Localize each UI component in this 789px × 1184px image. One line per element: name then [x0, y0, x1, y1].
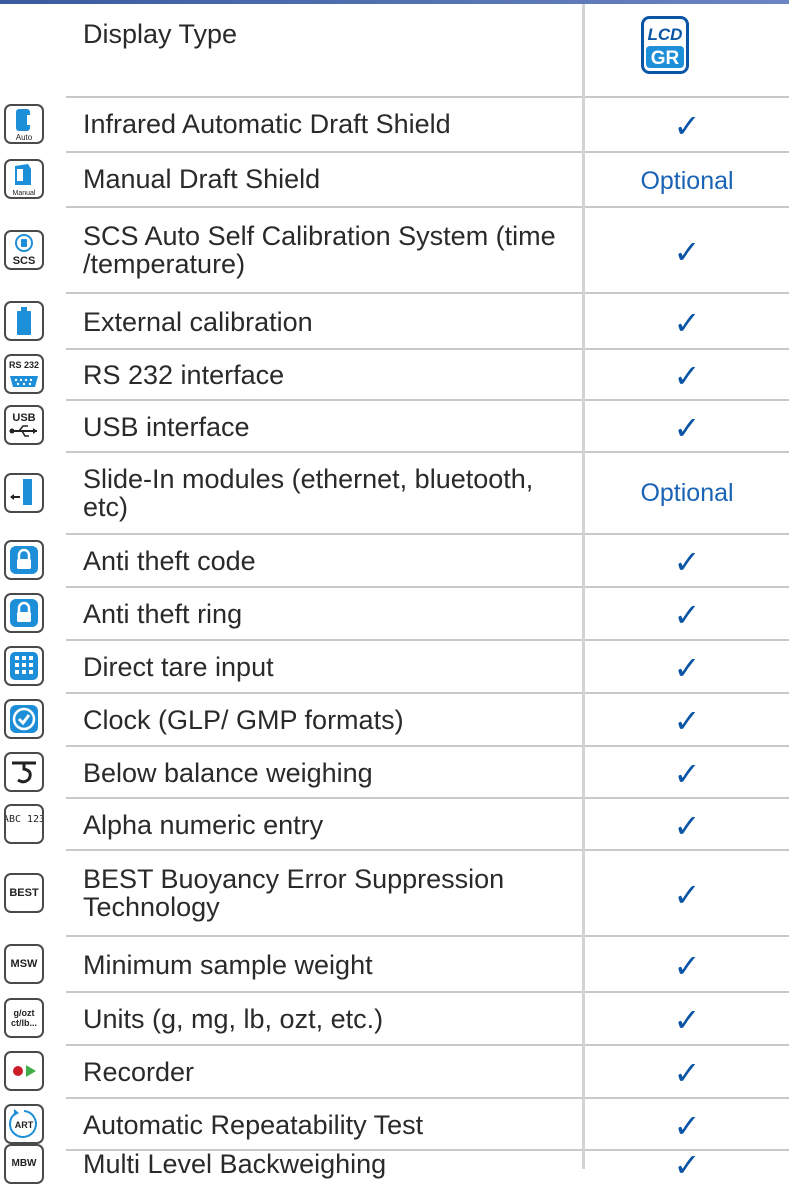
- feature-row: Recorder ✓: [0, 1046, 789, 1099]
- feature-row: Anti theft code ✓: [0, 535, 789, 588]
- feature-label: BEST Buoyancy Error Suppression Technolo…: [83, 864, 505, 922]
- lock-icon: [4, 540, 44, 580]
- check-mark: ✓: [673, 702, 701, 740]
- calibration-weight-icon: [4, 301, 44, 341]
- feature-row: Direct tare input ✓: [0, 641, 789, 694]
- check-mark: ✓: [673, 947, 701, 985]
- optional-text: Optional: [640, 167, 734, 195]
- check-mark: ✓: [673, 357, 701, 395]
- svg-text:Auto: Auto: [16, 133, 33, 142]
- feature-label: USB interface: [83, 412, 250, 442]
- feature-row: SCS SCS Auto Self Calibration System (ti…: [0, 208, 789, 294]
- check-mark: ✓: [673, 876, 701, 914]
- check-mark: ✓: [673, 304, 701, 342]
- check-mark: ✓: [673, 543, 701, 581]
- feature-row: USB USB interface ✓: [0, 401, 789, 453]
- svg-text:RS 232: RS 232: [9, 360, 39, 370]
- feature-row: BEST BEST Buoyancy Error Suppression Tec…: [0, 851, 789, 937]
- feature-label: Alpha numeric entry: [83, 810, 324, 840]
- clock-icon: [4, 699, 44, 739]
- feature-label: Anti theft ring: [83, 599, 243, 629]
- mbw-icon-text: MBW: [11, 1158, 37, 1169]
- svg-text:ART: ART: [15, 1120, 34, 1130]
- lock-icon: [4, 593, 44, 633]
- feature-row: ART Automatic Repeatability Test ✓: [0, 1099, 789, 1151]
- display-type-heading: Display Type: [83, 19, 238, 49]
- keypad-icon: [4, 646, 44, 686]
- feature-label: Manual Draft Shield: [83, 164, 321, 194]
- rs232-icon: RS 232: [4, 354, 44, 394]
- feature-row: g/ozt ct/lb... Units (g, mg, lb, ozt, et…: [0, 993, 789, 1046]
- feature-row: Auto Infrared Automatic Draft Shield ✓: [0, 98, 789, 153]
- units-icon: g/ozt ct/lb...: [4, 998, 44, 1038]
- svg-text:LCD: LCD: [648, 25, 683, 44]
- scs-icon: SCS: [4, 230, 44, 270]
- svg-text:Manual: Manual: [13, 190, 36, 197]
- feature-label: Slide-In modules (ethernet, bluetooth, e…: [83, 464, 534, 522]
- check-mark: ✓: [673, 1001, 701, 1039]
- feature-label: Direct tare input: [83, 652, 274, 682]
- check-mark: ✓: [673, 409, 701, 447]
- header-row: Display Type LCD GR: [0, 4, 789, 98]
- check-mark: ✓: [673, 596, 701, 634]
- msw-icon: MSW: [4, 944, 44, 984]
- art-icon: ART: [4, 1104, 44, 1144]
- check-mark: ✓: [673, 649, 701, 687]
- feature-row: MSW Minimum sample weight ✓: [0, 937, 789, 993]
- mbw-icon: MBW: [4, 1144, 44, 1184]
- check-mark: ✓: [673, 233, 701, 271]
- draft-shield-auto-icon: Auto: [4, 104, 44, 144]
- svg-text:ABC 123: ABC 123: [6, 814, 42, 825]
- feature-row: Slide-In modules (ethernet, bluetooth, e…: [0, 453, 789, 535]
- feature-label: Minimum sample weight: [83, 950, 373, 980]
- units-icon-text: g/ozt ct/lb...: [10, 1008, 37, 1028]
- feature-label: External calibration: [83, 307, 313, 337]
- slide-in-module-icon: [4, 473, 44, 513]
- feature-label: Units (g, mg, lb, ozt, etc.): [83, 1004, 384, 1034]
- feature-row: MBW Multi Level Backweighing ✓: [0, 1144, 789, 1184]
- check-mark: ✓: [673, 1054, 701, 1092]
- check-mark: ✓: [673, 807, 701, 845]
- feature-label: Infrared Automatic Draft Shield: [83, 109, 451, 139]
- feature-label: Anti theft code: [83, 546, 256, 576]
- svg-text:USB: USB: [12, 412, 35, 424]
- feature-row: Clock (GLP/ GMP formats) ✓: [0, 694, 789, 747]
- svg-text:SCS: SCS: [13, 255, 36, 267]
- feature-row: Below balance weighing ✓: [0, 747, 789, 799]
- feature-label: Multi Level Backweighing: [83, 1149, 387, 1179]
- feature-row: Manual Manual Draft Shield Optional: [0, 153, 789, 208]
- feature-row: RS 232 RS 232 interface ✓: [0, 350, 789, 401]
- best-icon: BEST: [4, 873, 44, 913]
- optional-text: Optional: [640, 479, 734, 507]
- feature-label: Clock (GLP/ GMP formats): [83, 705, 404, 735]
- feature-row: Anti theft ring ✓: [0, 588, 789, 641]
- recorder-icon: [4, 1051, 44, 1091]
- check-mark: ✓: [673, 1107, 701, 1145]
- column-divider: [582, 4, 585, 1169]
- feature-label: SCS Auto Self Calibration System (time /…: [83, 221, 556, 279]
- check-mark: ✓: [673, 1146, 701, 1184]
- feature-label: Recorder: [83, 1057, 195, 1087]
- check-mark: ✓: [673, 755, 701, 793]
- svg-text:GR: GR: [651, 48, 680, 69]
- draft-shield-manual-icon: Manual: [4, 159, 44, 199]
- check-mark: ✓: [673, 107, 701, 145]
- best-icon-text: BEST: [9, 886, 39, 899]
- feature-label: RS 232 interface: [83, 360, 285, 390]
- alphanumeric-icon: ABC 123: [4, 804, 44, 844]
- msw-icon-text: MSW: [10, 957, 38, 970]
- feature-row: External calibration ✓: [0, 294, 789, 350]
- usb-icon: USB: [4, 405, 44, 445]
- feature-label: Below balance weighing: [83, 758, 373, 788]
- lcd-gr-display-icon: LCD GR: [641, 16, 689, 74]
- below-weighing-hook-icon: [4, 752, 44, 792]
- feature-label: Automatic Repeatability Test: [83, 1110, 424, 1140]
- feature-row: ABC 123 Alpha numeric entry ✓: [0, 799, 789, 851]
